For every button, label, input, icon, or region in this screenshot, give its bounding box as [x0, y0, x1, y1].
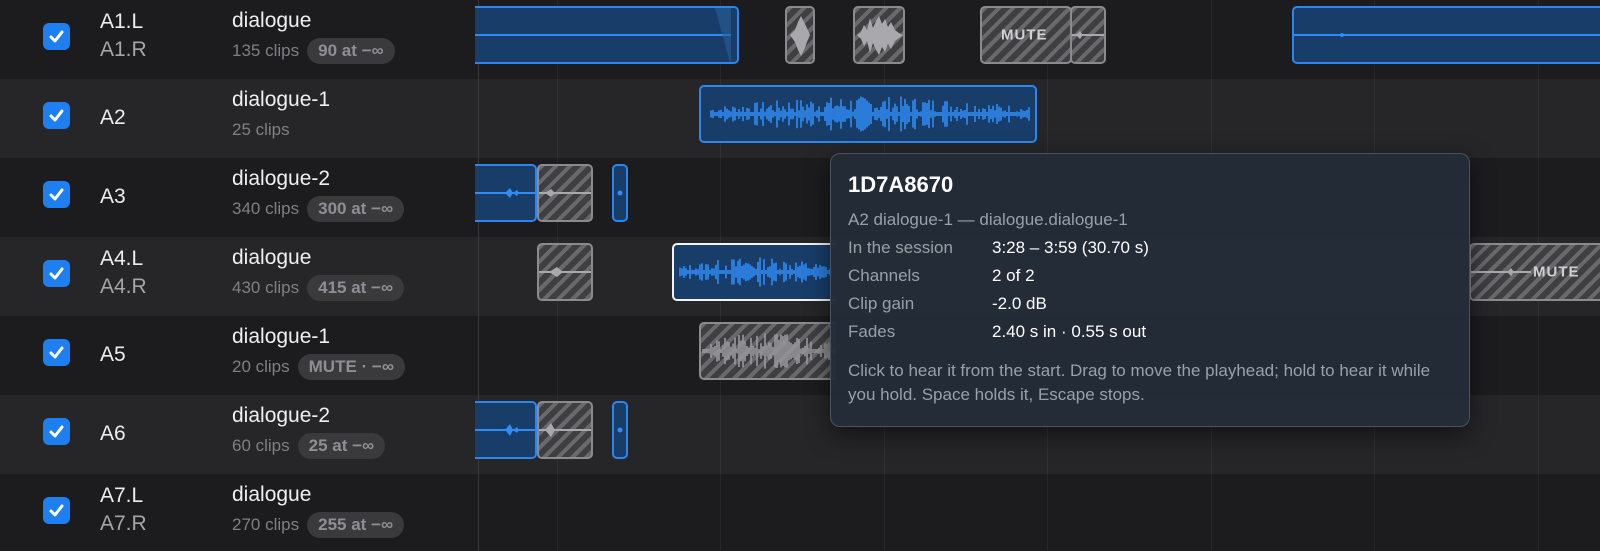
track-title: dialogue-1 [232, 325, 331, 348]
channel-name: A4.L [100, 247, 144, 270]
track-meta: 25 clips [232, 117, 290, 143]
gain-badge[interactable]: 25 at −∞ [297, 433, 386, 459]
channel-name: A7.R [100, 512, 147, 535]
track-header: A6 dialogue-2 60 clips 25 at −∞ [0, 395, 478, 474]
channel-name: A7.L [100, 484, 144, 507]
tooltip-row: Clip gain -2.0 dB [848, 294, 1448, 318]
tooltip-label: Clip gain [848, 294, 915, 313]
track-meta: 20 clips MUTE · −∞ [232, 354, 405, 380]
track-meta: 60 clips 25 at −∞ [232, 433, 386, 459]
track-header: A2 dialogue-1 25 clips [0, 79, 478, 158]
clip-count: 135 clips [232, 41, 300, 60]
track-header: A1.L A1.R dialogue 135 clips 90 at −∞ [0, 0, 478, 79]
track-enable-checkbox[interactable] [43, 102, 70, 129]
muted-clip[interactable] [537, 243, 593, 301]
track-meta: 430 clips 415 at −∞ [232, 275, 405, 301]
tooltip-title: 1D7A8670 [848, 172, 954, 197]
channel-names: A2 [100, 104, 210, 132]
audio-clip[interactable] [475, 401, 537, 459]
gain-badge[interactable]: MUTE · −∞ [297, 354, 405, 380]
tooltip-value: 2.40 s in · 0.55 s out [992, 322, 1147, 341]
audio-clip[interactable] [612, 164, 628, 222]
muted-clip[interactable] [1070, 6, 1106, 64]
track-title: dialogue-1 [232, 88, 331, 111]
track-header: A5 dialogue-1 20 clips MUTE · −∞ [0, 316, 478, 395]
track-enable-checkbox[interactable] [43, 260, 70, 287]
tooltip-value: 3:28 – 3:59 (30.70 s) [992, 238, 1149, 257]
muted-clip[interactable]: MUTE [1469, 243, 1600, 301]
tooltip-value: 2 of 2 [992, 266, 1035, 285]
channel-names: A1.L A1.R [100, 8, 210, 64]
tooltip-help-text: Click to hear it from the start. Drag to… [848, 361, 1431, 404]
clip-count: 270 clips [232, 515, 300, 534]
track-title: dialogue [232, 9, 312, 32]
channel-name: A3 [100, 185, 126, 208]
tooltip-row: In the session 3:28 – 3:59 (30.70 s) [848, 238, 1448, 262]
clip-count: 60 clips [232, 436, 290, 455]
audio-clip[interactable] [699, 85, 1037, 143]
tooltip-subtitle: A2 dialogue-1 — dialogue.dialogue-1 [848, 210, 1128, 229]
muted-clip[interactable] [537, 164, 593, 222]
channel-names: A4.L A4.R [100, 245, 210, 301]
clip-tooltip: 1D7A8670 A2 dialogue-1 — dialogue.dialog… [830, 153, 1470, 427]
track-header: A7.L A7.R dialogue 270 clips 255 at −∞ [0, 474, 478, 551]
clip-count: 430 clips [232, 278, 300, 297]
channel-name: A4.R [100, 275, 147, 298]
track-title: dialogue-2 [232, 167, 331, 190]
audio-clip[interactable] [612, 401, 628, 459]
channel-names: A5 [100, 341, 210, 369]
track-enable-checkbox[interactable] [43, 339, 70, 366]
muted-clip[interactable]: MUTE [980, 6, 1072, 64]
channel-name: A2 [100, 106, 126, 129]
channel-name: A5 [100, 343, 126, 366]
tooltip-row: Fades 2.40 s in · 0.55 s out [848, 322, 1448, 346]
track-meta: 135 clips 90 at −∞ [232, 38, 395, 64]
gain-badge[interactable]: 90 at −∞ [307, 38, 395, 64]
muted-clip[interactable] [785, 6, 815, 64]
track-enable-checkbox[interactable] [43, 181, 70, 208]
muted-clip[interactable] [537, 401, 593, 459]
channel-names: A3 [100, 183, 210, 211]
selected-clip[interactable] [672, 243, 836, 301]
clip-count: 25 clips [232, 120, 290, 139]
track-enable-checkbox[interactable] [43, 418, 70, 445]
gain-badge[interactable]: 415 at −∞ [307, 275, 405, 301]
channel-name: A1.L [100, 10, 144, 33]
channel-names: A6 [100, 420, 210, 448]
channel-name: A1.R [100, 38, 147, 61]
mute-label: MUTE [1533, 263, 1580, 281]
muted-clip[interactable] [853, 6, 905, 64]
track-header: A3 dialogue-2 340 clips 300 at −∞ [0, 158, 478, 237]
track-header: A4.L A4.R dialogue 430 clips 415 at −∞ [0, 237, 478, 316]
audio-clip[interactable] [475, 164, 537, 222]
audio-clip[interactable] [475, 6, 739, 64]
track-meta: 340 clips 300 at −∞ [232, 196, 405, 222]
clip-count: 20 clips [232, 357, 290, 376]
muted-clip[interactable] [699, 322, 836, 380]
channel-name: A6 [100, 422, 126, 445]
tooltip-label: Channels [848, 266, 920, 285]
gain-badge[interactable]: 300 at −∞ [307, 196, 405, 222]
track-enable-checkbox[interactable] [43, 497, 70, 524]
tooltip-label: In the session [848, 238, 953, 257]
track-title: dialogue [232, 483, 312, 506]
tooltip-value: -2.0 dB [992, 294, 1047, 313]
track-title: dialogue-2 [232, 404, 331, 427]
tooltip-label: Fades [848, 322, 896, 341]
clip-count: 340 clips [232, 199, 300, 218]
tooltip-row: Channels 2 of 2 [848, 266, 1448, 290]
channel-names: A7.L A7.R [100, 482, 210, 538]
track-enable-checkbox[interactable] [43, 23, 70, 50]
track-title: dialogue [232, 246, 312, 269]
track-meta: 270 clips 255 at −∞ [232, 512, 405, 538]
mute-label: MUTE [1001, 26, 1048, 44]
audio-clip[interactable] [1292, 6, 1600, 64]
gain-badge[interactable]: 255 at −∞ [307, 512, 405, 538]
